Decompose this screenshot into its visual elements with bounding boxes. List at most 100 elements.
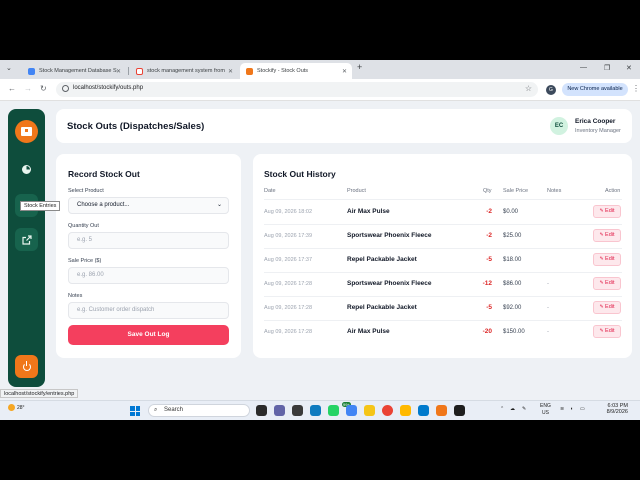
edit-button[interactable]: Edit [593, 253, 621, 266]
teams-icon[interactable] [274, 405, 285, 416]
close-icon[interactable]: ✕ [228, 68, 233, 75]
row-price: $86.00 [503, 281, 522, 287]
maximize-icon[interactable]: ❐ [604, 64, 610, 72]
app-icon[interactable] [292, 405, 303, 416]
quantity-label: Quantity Out [68, 223, 99, 229]
new-chrome-button[interactable]: New Chrome available [562, 83, 628, 96]
row-date: Aug 09, 2026 17:28 [264, 305, 313, 311]
system-clock[interactable]: 6:03 PM 8/9/2026 [592, 403, 628, 415]
product-label: Select Product [68, 188, 104, 194]
edit-button[interactable]: Edit [593, 277, 621, 290]
google-icon [136, 67, 143, 75]
chrome-icon[interactable] [382, 405, 393, 416]
tab-stock-db[interactable]: Stock Management Database S ✕ [22, 63, 126, 79]
edit-button[interactable]: Edit [593, 205, 621, 218]
search-label: Search [164, 407, 184, 413]
browser-toolbar: ← → ↻ localhost/stockify/outs.php ☆ G Ne… [0, 79, 640, 101]
new-tab-icon[interactable]: + [357, 62, 362, 72]
notes-label: Notes [68, 293, 83, 299]
tab-stockify[interactable]: Stockify - Stock Outs ✕ [240, 63, 352, 79]
weather-widget[interactable]: 28° [8, 404, 25, 411]
windows-start-icon[interactable] [130, 406, 140, 416]
folder-icon[interactable] [400, 405, 411, 416]
stock-out-history-card: Stock Out History Date Product Qty Sale … [253, 154, 632, 358]
row-date: Aug 09, 2026 17:28 [264, 329, 313, 335]
row-price: $150.00 [503, 329, 525, 335]
avatar[interactable]: EC [550, 117, 568, 135]
back-icon[interactable]: ← [8, 84, 16, 93]
taskbar-search[interactable]: ⌕ Search [148, 404, 250, 417]
language-indicator[interactable]: ENG [540, 403, 551, 409]
vscode-icon[interactable] [418, 405, 429, 416]
whatsapp-icon[interactable] [328, 405, 339, 416]
row-product: Repel Packable Jacket [347, 256, 417, 263]
xampp-icon[interactable] [436, 405, 447, 416]
column-header-date: Date [264, 188, 276, 194]
row-qty: -5 [486, 304, 492, 311]
row-qty: -2 [486, 208, 492, 215]
bookmark-star-icon[interactable]: ☆ [525, 84, 532, 93]
product-select[interactable]: Choose a product... ⌄ [68, 197, 229, 214]
wifi-icon[interactable]: ≋ [560, 406, 564, 412]
forward-icon[interactable]: → [24, 84, 32, 93]
volume-icon[interactable]: ◖ [570, 406, 573, 412]
url-text: localhost/stockify/outs.php [73, 85, 144, 91]
tab-label: Stockify - Stock Outs [257, 68, 309, 74]
weather-temp: 28° [17, 404, 25, 411]
minimize-icon[interactable]: — [580, 64, 587, 71]
tab-search-icon[interactable]: ⌄ [6, 64, 12, 72]
menu-dots-icon[interactable]: ⋮ [632, 84, 640, 93]
close-window-icon[interactable]: ✕ [626, 64, 632, 72]
battery-icon[interactable]: ▭ [580, 406, 585, 412]
row-qty: -20 [482, 328, 492, 335]
chevron-up-icon[interactable]: ⌃ [500, 406, 504, 412]
terminal-icon[interactable] [454, 405, 465, 416]
browser-window: ⌄ Stock Management Database S ✕ stock ma… [0, 60, 640, 400]
tab-google-search[interactable]: stock management system from ✕ [130, 63, 238, 79]
row-date: Aug 09, 2026 17:28 [264, 281, 313, 287]
external-link-icon [21, 234, 32, 245]
price-input[interactable]: e.g. 86.00 [68, 267, 229, 284]
row-notes: - [547, 329, 549, 335]
pen-icon[interactable]: ✎ [522, 406, 526, 412]
task-view-icon[interactable] [256, 405, 267, 416]
page-content: Stock Entries Stock Outs (Dispatches/Sal… [0, 101, 640, 400]
profile-avatar[interactable]: G [546, 85, 556, 95]
row-qty: -5 [486, 256, 492, 263]
google-docs-icon [28, 67, 35, 75]
close-icon[interactable]: ✕ [342, 68, 347, 75]
quantity-input[interactable]: e.g. 5 [68, 232, 229, 249]
sidebar-item-stock-outs[interactable] [15, 228, 38, 251]
edit-button[interactable]: Edit [593, 229, 621, 242]
logout-button[interactable] [15, 355, 38, 378]
cloud-icon[interactable]: ☁ [510, 406, 515, 412]
pie-chart-icon [22, 165, 31, 174]
chevron-down-icon: ⌄ [216, 202, 222, 208]
row-date: Aug 09, 2026 18:02 [264, 209, 313, 215]
close-icon[interactable]: ✕ [116, 68, 121, 75]
notes-input[interactable]: e.g. Customer order dispatch [68, 302, 229, 319]
row-price: $18.00 [503, 257, 522, 263]
row-date: Aug 09, 2026 17:39 [264, 233, 313, 239]
region-indicator: US [542, 410, 549, 416]
reload-icon[interactable]: ↻ [40, 84, 47, 93]
app-icon[interactable] [346, 405, 357, 416]
tab-divider [128, 67, 129, 75]
taskbar: 28° ⌕ Search 99+ ⌃ ☁ ✎ ENG US ≋ ◖ ▭ [0, 400, 640, 420]
address-bar[interactable]: localhost/stockify/outs.php ☆ [56, 82, 538, 97]
save-out-log-button[interactable]: Save Out Log [68, 325, 229, 345]
stockify-logo-icon[interactable] [15, 120, 38, 143]
row-price: $92.00 [503, 305, 522, 311]
table-row: Aug 09, 2026 18:02 Air Max Pulse -2 $0.00 Ed… [253, 200, 632, 224]
row-product: Repel Packable Jacket [347, 304, 417, 311]
edit-button[interactable]: Edit [593, 301, 621, 314]
page-header: Stock Outs (Dispatches/Sales) EC Erica C… [56, 109, 632, 143]
tab-label: stock management system from [147, 68, 225, 74]
edge-icon[interactable] [310, 405, 321, 416]
row-notes: - [547, 305, 549, 311]
site-info-icon[interactable] [62, 85, 69, 92]
file-explorer-icon[interactable] [364, 405, 375, 416]
power-icon [22, 360, 31, 371]
sidebar-item-dashboard[interactable] [15, 158, 38, 181]
edit-button[interactable]: Edit [593, 325, 621, 338]
